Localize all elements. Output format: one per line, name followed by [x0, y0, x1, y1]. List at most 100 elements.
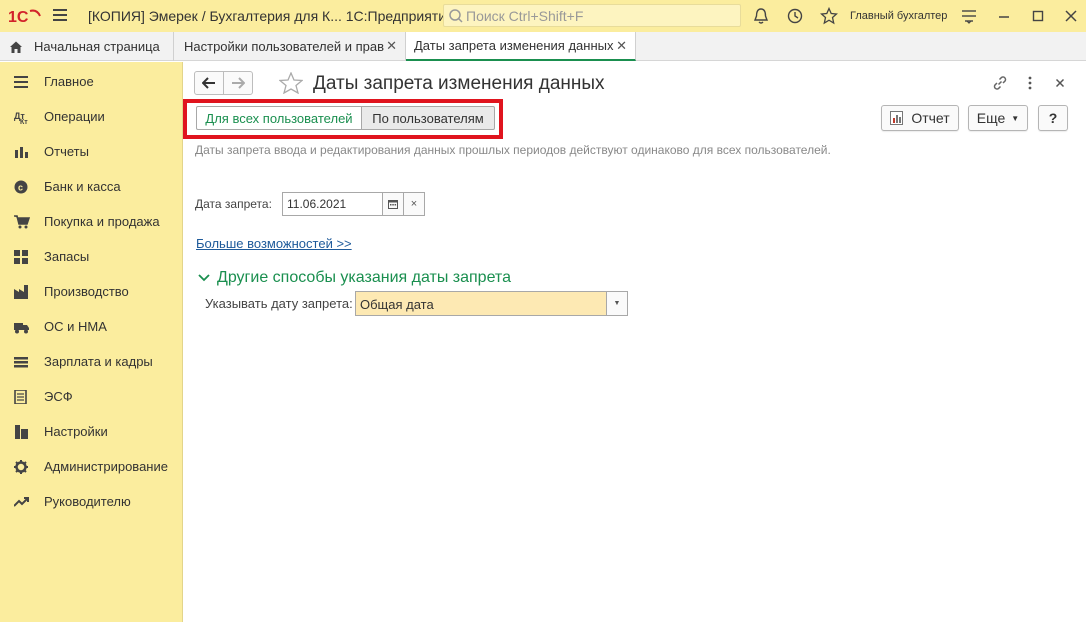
factory-icon — [14, 285, 28, 299]
spec-date-select[interactable]: Общая дата — [355, 291, 628, 316]
navigation-buttons — [194, 71, 253, 95]
page-title: Даты запрета изменения данных — [313, 73, 605, 94]
settings-sliders-icon[interactable] — [960, 7, 978, 25]
close-tab-icon[interactable]: ✕ — [616, 39, 627, 52]
tabs-bar: Начальная страница Настройки пользовател… — [0, 32, 1086, 61]
sidebar-item-label: Производство — [44, 284, 129, 299]
chevron-down-icon: ▼ — [613, 300, 621, 307]
more-menu-button[interactable]: Еще ▼ — [968, 105, 1028, 131]
svg-text:с: с — [18, 183, 23, 193]
sidebar: Главное Дт Кт Операции Отчеты с Банк и ка… — [0, 62, 183, 622]
tab-label: Даты запрета изменения данных — [414, 38, 614, 53]
svg-text:Кт: Кт — [20, 119, 28, 124]
1c-logo-icon[interactable]: 1С — [8, 7, 42, 25]
mode-all-users-button[interactable]: Для всех пользователей — [196, 106, 362, 130]
app-title: [КОПИЯ] Эмерек / Бухгалтерия для К... 1С… — [88, 8, 454, 24]
spec-date-label: Указывать дату запрета: — [205, 296, 353, 311]
search-placeholder: Поиск Ctrl+Shift+F — [466, 8, 584, 24]
tab-label: Настройки пользователей и прав — [184, 39, 385, 54]
help-button[interactable]: ? — [1038, 105, 1068, 131]
sidebar-item-manager[interactable]: Руководителю — [0, 484, 182, 519]
mode-by-users-button[interactable]: По пользователям — [361, 106, 495, 130]
sidebar-item-settings[interactable]: Настройки — [0, 414, 182, 449]
maximize-icon[interactable] — [1029, 7, 1047, 25]
group-toggle[interactable]: Другие способы указания даты запрета — [198, 269, 511, 287]
minimize-icon[interactable] — [995, 7, 1013, 25]
link-icon[interactable] — [991, 74, 1009, 92]
calendar-button[interactable] — [382, 192, 404, 216]
search-icon — [449, 9, 463, 23]
clear-date-button[interactable]: × — [403, 192, 425, 216]
sidebar-item-fixed-assets[interactable]: ОС и НМА — [0, 309, 182, 344]
tab-user-settings[interactable]: Настройки пользователей и прав ✕ — [174, 32, 406, 61]
trend-icon — [14, 497, 29, 507]
back-button[interactable] — [195, 72, 224, 94]
sidebar-item-salary[interactable]: Зарплата и кадры — [0, 344, 182, 379]
history-icon[interactable] — [786, 7, 804, 25]
arrow-right-icon — [231, 77, 245, 89]
sidebar-item-operations[interactable]: Дт Кт Операции — [0, 99, 182, 134]
more-options-link[interactable]: Больше возможностей >> — [196, 236, 352, 251]
sidebar-item-label: Руководителю — [44, 494, 131, 509]
main-form: Даты запрета изменения данных Для всех п… — [183, 62, 1086, 622]
sidebar-item-label: Администрирование — [44, 459, 168, 474]
gear-icon — [14, 460, 28, 474]
sidebar-item-label: Банк и касса — [44, 179, 121, 194]
grid-icon — [14, 250, 28, 264]
sidebar-item-label: Настройки — [44, 424, 108, 439]
sidebar-item-main[interactable]: Главное — [0, 64, 182, 99]
calendar-icon — [388, 200, 398, 209]
document-icon — [14, 390, 27, 404]
more-label: Еще — [976, 110, 1006, 126]
list-icon — [14, 76, 28, 88]
operations-icon: ДтКт — [14, 111, 28, 124]
date-field[interactable]: 11.06.2021 — [282, 192, 383, 216]
sidebar-item-reports[interactable]: Отчеты — [0, 134, 182, 169]
report-label: Отчет — [911, 110, 950, 126]
sidebar-item-label: Зарплата и кадры — [44, 354, 153, 369]
group-title: Другие способы указания даты запрета — [217, 269, 511, 286]
sidebar-item-label: Отчеты — [44, 144, 89, 159]
sidebar-item-administration[interactable]: Администрирование — [0, 449, 182, 484]
home-icon — [10, 41, 22, 53]
chevron-down-icon — [198, 274, 210, 282]
arrow-left-icon — [201, 77, 215, 89]
coin-icon: с — [14, 180, 28, 194]
dropdown-button[interactable]: ▼ — [606, 291, 628, 316]
tab-closing-dates[interactable]: Даты запрета изменения данных ✕ — [406, 32, 636, 61]
forward-button[interactable] — [224, 72, 252, 94]
building-icon — [15, 425, 28, 439]
sidebar-item-label: Главное — [44, 74, 94, 89]
close-window-icon[interactable] — [1062, 7, 1080, 25]
report-button[interactable]: Отчет — [881, 105, 959, 131]
svg-text:1С: 1С — [8, 9, 29, 25]
cart-icon — [14, 215, 30, 229]
sidebar-item-bank[interactable]: с Банк и касса — [0, 169, 182, 204]
bar-chart-icon — [15, 147, 28, 158]
sidebar-item-stock[interactable]: Запасы — [0, 239, 182, 274]
sidebar-item-purchase-sale[interactable]: Покупка и продажа — [0, 204, 182, 239]
sidebar-item-esf[interactable]: ЭСФ — [0, 379, 182, 414]
tab-label: Начальная страница — [34, 39, 160, 54]
favorite-star-icon[interactable] — [279, 72, 303, 94]
people-icon — [14, 357, 28, 368]
title-bar: 1С [КОПИЯ] Эмерек / Бухгалтерия для К...… — [0, 0, 1086, 32]
user-name[interactable]: Главный бухгалтер — [850, 10, 947, 22]
sidebar-item-production[interactable]: Производство — [0, 274, 182, 309]
date-label: Дата запрета: — [195, 197, 272, 211]
sidebar-item-label: Запасы — [44, 249, 90, 264]
sidebar-item-label: ЭСФ — [44, 389, 73, 404]
bell-icon[interactable] — [752, 7, 770, 25]
truck-icon — [14, 323, 29, 334]
tab-home[interactable]: Начальная страница — [0, 32, 174, 61]
sidebar-item-label: Операции — [44, 109, 105, 124]
close-form-icon[interactable] — [1051, 74, 1069, 92]
chevron-down-icon: ▼ — [1011, 113, 1020, 123]
menu-icon[interactable] — [53, 9, 67, 23]
favorites-star-icon[interactable] — [820, 7, 838, 25]
sidebar-item-label: Покупка и продажа — [44, 214, 160, 229]
report-icon — [890, 111, 904, 125]
more-actions-icon[interactable] — [1021, 74, 1039, 92]
search-input[interactable]: Поиск Ctrl+Shift+F — [443, 4, 741, 27]
close-tab-icon[interactable]: ✕ — [386, 39, 397, 52]
